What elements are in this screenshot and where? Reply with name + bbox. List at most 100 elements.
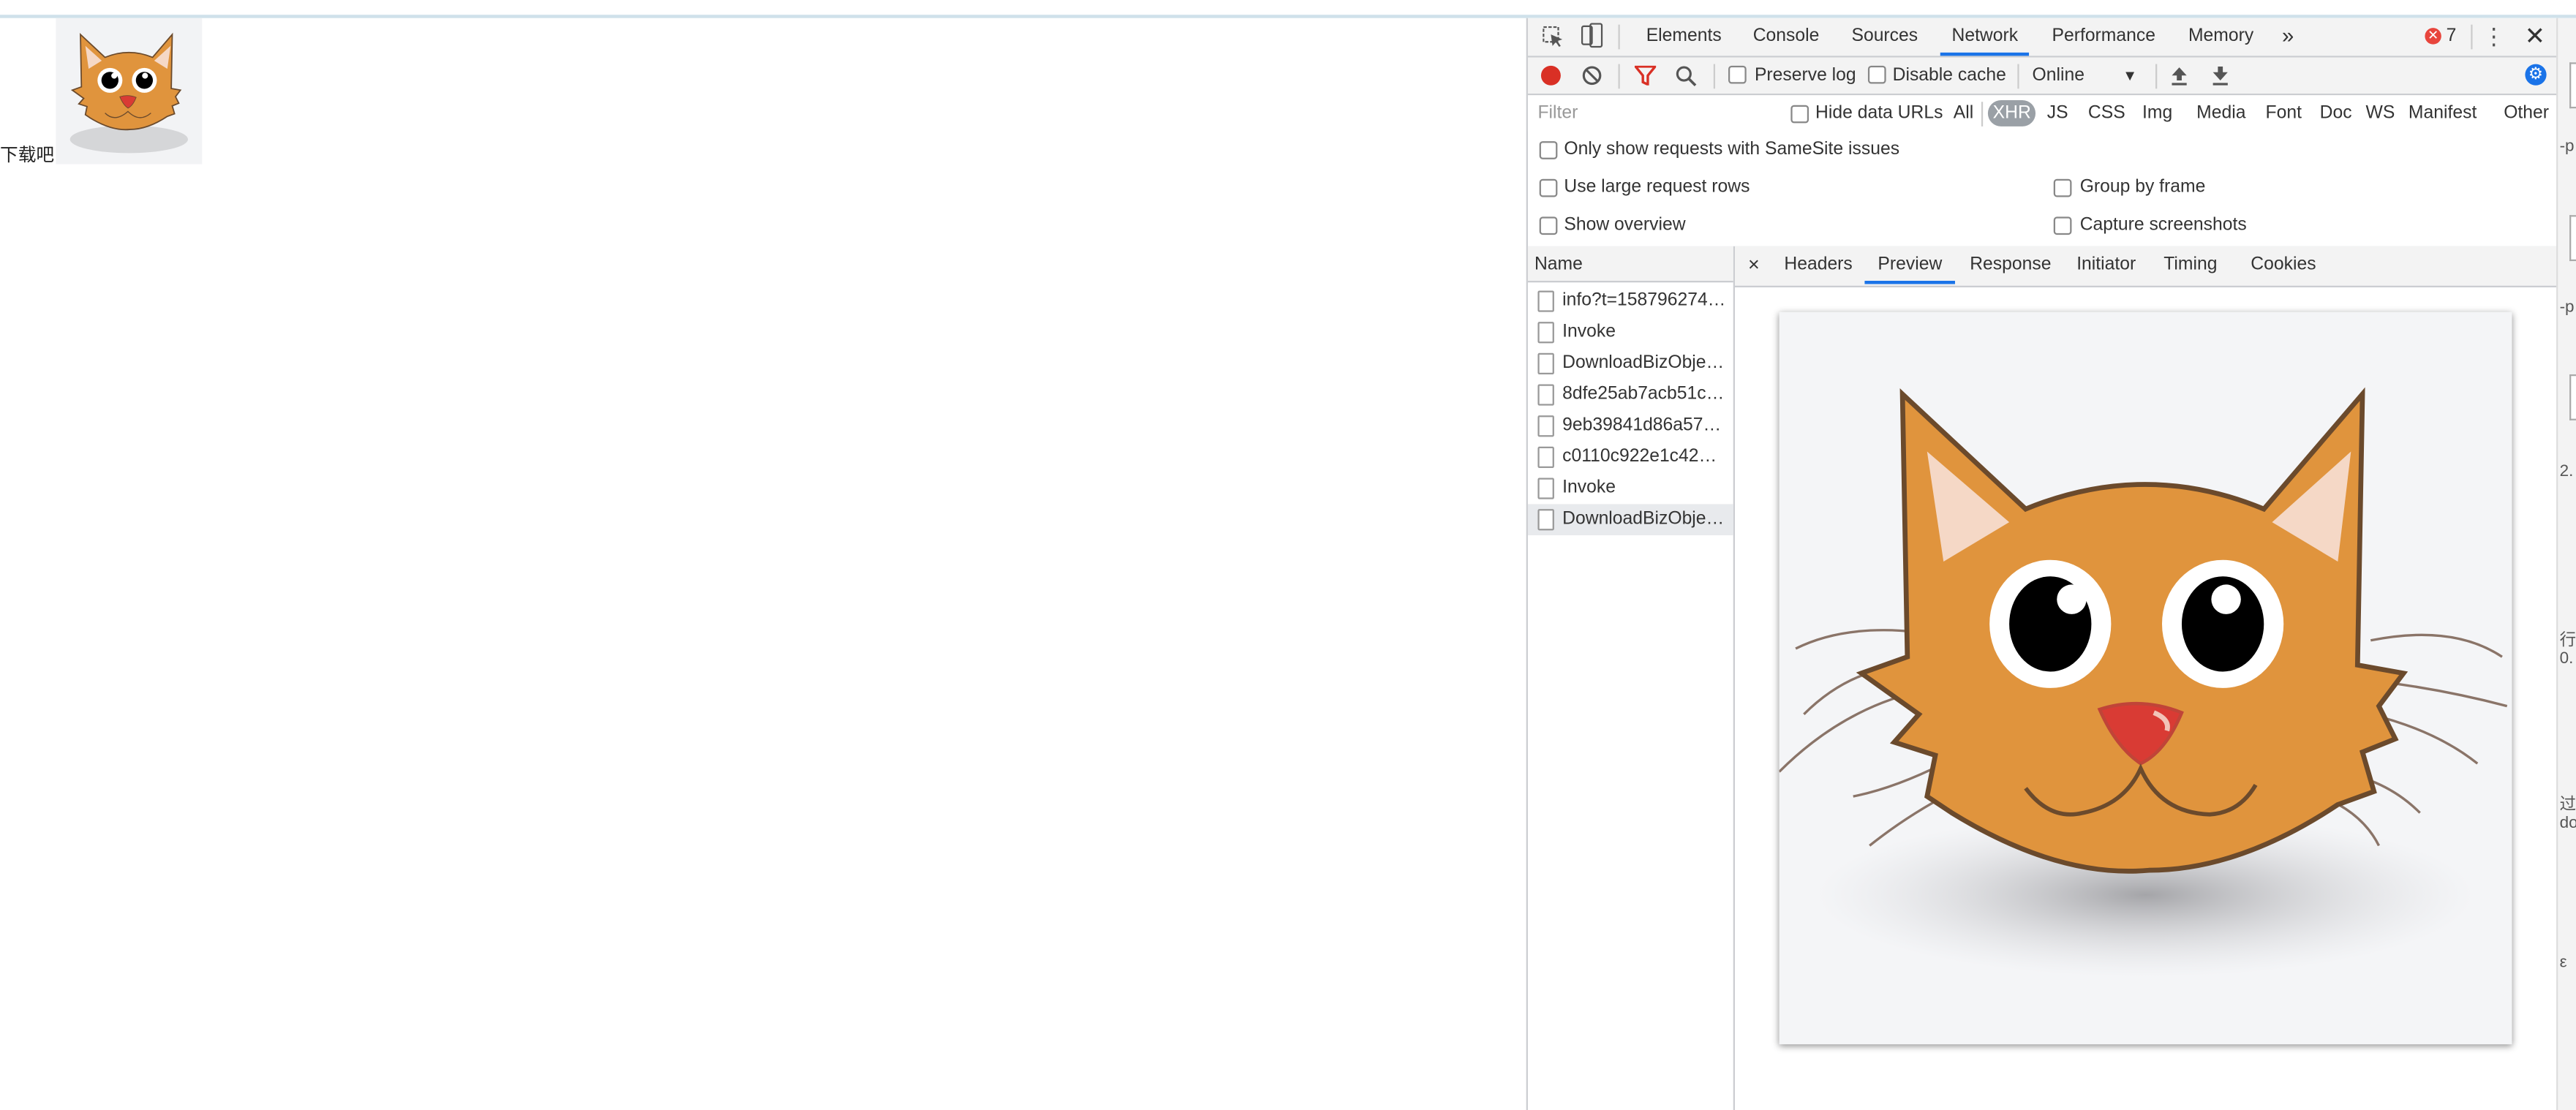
disable-cache-label: Disable cache [1892,65,2006,86]
device-toolbar-icon[interactable] [1581,23,1603,49]
request-name: 9eb39841d86a57… [1562,415,1722,436]
file-icon [1537,290,1554,312]
tab-elements[interactable]: Elements [1646,18,1722,56]
hide-data-urls-checkbox[interactable] [1790,105,1809,124]
more-tabs-chevron-icon[interactable]: » [2282,18,2294,56]
hide-data-urls-label: Hide data URLs [1815,103,1943,124]
clear-icon[interactable] [1582,66,1602,86]
request-row[interactable]: DownloadBizObje… [1528,348,1733,380]
strip-text: -p [2559,298,2575,317]
request-name: c0110c922e1c429… [1562,446,1727,467]
strip-text: -p [2559,137,2575,156]
filter-type-js[interactable]: JS [2042,100,2073,127]
large-rows-checkbox[interactable] [1539,178,1558,197]
filter-type-manifest[interactable]: Manifest [2403,100,2482,127]
kebab-menu-icon[interactable]: ⋮ [2482,22,2505,48]
group-by-frame-label: Group by frame [2079,177,2206,197]
request-name: DownloadBizObje… [1562,352,1725,373]
export-har-icon[interactable] [2211,66,2229,86]
throttling-select[interactable]: Online [2033,58,2084,94]
filter-input[interactable] [1534,102,1778,125]
request-row[interactable]: 8dfe25ab7acb51c… [1528,380,1733,411]
show-overview-checkbox[interactable] [1539,216,1558,235]
detail-tab-bar: × Headers Preview Response Initiator Tim… [1734,246,2558,287]
tab-preview[interactable]: Preview [1864,246,1956,284]
file-icon [1537,384,1554,406]
filter-type-font[interactable]: Font [2261,100,2307,127]
error-count[interactable]: 7 [2447,18,2457,56]
request-row[interactable]: Invoke [1528,317,1733,348]
capture-screenshots-checkbox[interactable] [2053,216,2072,235]
request-row[interactable]: info?t=158796274… [1528,286,1733,317]
dropdown-arrow-icon[interactable]: ▼ [2123,58,2137,94]
tab-timing[interactable]: Timing [2163,246,2217,284]
network-options: Only show requests with SameSite issues … [1527,132,2558,249]
tab-sources[interactable]: Sources [1851,18,1918,56]
filter-type-img[interactable]: Img [2137,100,2177,127]
settings-gear-icon[interactable]: ⚙ [2525,64,2547,86]
samesite-label: Only show requests with SameSite issues [1564,139,1900,159]
name-column-header[interactable]: Name [1527,246,1733,283]
samesite-checkbox[interactable] [1539,141,1558,159]
show-overview-label: Show overview [1564,215,1686,235]
request-name: Invoke [1562,477,1616,498]
search-icon[interactable] [1676,66,1697,87]
file-icon [1537,415,1554,437]
filter-type-all[interactable]: All [1948,100,1978,127]
request-row[interactable]: Invoke [1528,473,1733,505]
strip-text: 行 [2559,632,2576,651]
request-row[interactable]: 9eb39841d86a57… [1528,410,1733,442]
inspect-element-icon[interactable] [1541,25,1564,48]
close-detail-icon[interactable]: × [1748,246,1760,284]
record-icon[interactable] [1540,65,1561,86]
tab-performance[interactable]: Performance [2052,18,2155,56]
strip-text: do [2559,814,2576,833]
filter-type-media[interactable]: Media [2191,100,2251,127]
download-link[interactable]: 下载吧 [0,146,54,167]
filter-bar: Hide data URLs All XHR JS CSS Img Media … [1527,95,2558,132]
error-icon[interactable]: ✕ [2425,28,2441,45]
tab-memory[interactable]: Memory [2188,18,2253,56]
filter-type-xhr[interactable]: XHR [1987,99,2036,127]
devtools-tab-bar: Elements Console Sources Network Perform… [1527,18,2558,58]
close-devtools-icon[interactable]: ✕ [2523,23,2546,50]
request-list: Name info?t=158796274… Invoke DownloadBi… [1527,246,1735,1110]
capture-screenshots-label: Capture screenshots [2079,215,2247,235]
preserve-log-label: Preserve log [1754,65,1856,86]
strip-text: ε [2559,954,2567,973]
tab-headers[interactable]: Headers [1784,246,1852,284]
cat-preview-image [1779,312,2512,1045]
disable-cache-checkbox[interactable] [1867,65,1886,84]
filter-type-css[interactable]: CSS [2083,100,2130,127]
filter-type-other[interactable]: Other [2498,100,2553,127]
devtools-panel: Elements Console Sources Network Perform… [1526,18,2558,1110]
network-toolbar: Preserve log Disable cache Online ▼ ⚙ [1527,57,2558,96]
file-icon [1537,446,1554,468]
file-icon [1537,322,1554,344]
file-icon [1537,352,1554,374]
cat-thumbnail-image [56,18,203,165]
tab-console[interactable]: Console [1753,18,1820,56]
filter-icon[interactable] [1634,65,1657,86]
file-icon [1537,509,1554,531]
request-name: 8dfe25ab7acb51c… [1562,384,1725,404]
scrollbar-strip[interactable]: -p -p 2. 行 0. 过 do ε [2556,18,2576,1110]
tab-cookies[interactable]: Cookies [2251,246,2316,284]
request-row-selected[interactable]: DownloadBizObje… [1527,504,1733,536]
tab-initiator[interactable]: Initiator [2076,246,2136,284]
request-name: info?t=158796274… [1562,290,1726,311]
filter-type-ws[interactable]: WS [2361,100,2400,127]
tab-network[interactable]: Network [1940,18,2030,56]
import-har-icon[interactable] [2170,66,2188,86]
strip-text: 0. [2559,650,2574,668]
preserve-log-checkbox[interactable] [1728,65,1747,84]
strip-text: 过 [2559,796,2576,815]
group-by-frame-checkbox[interactable] [2053,178,2072,197]
request-name: DownloadBizObje… [1562,509,1725,529]
strip-text: 2. [2559,463,2574,481]
tab-response[interactable]: Response [1970,246,2051,284]
filter-type-doc[interactable]: Doc [2315,100,2357,127]
request-detail-pane: × Headers Preview Response Initiator Tim… [1734,246,2558,1110]
large-rows-label: Use large request rows [1564,177,1750,197]
request-row[interactable]: c0110c922e1c429… [1528,442,1733,473]
